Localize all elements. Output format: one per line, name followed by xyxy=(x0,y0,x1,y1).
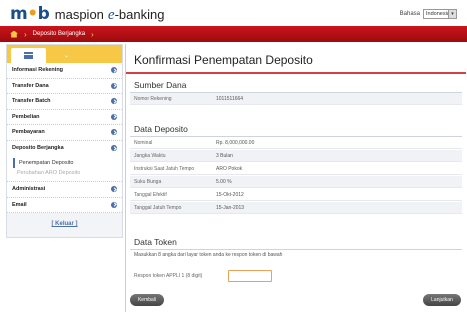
row-nominal: Nominal Rp. 8,000,000.00 xyxy=(130,137,462,149)
chevron-right-icon: › xyxy=(24,29,27,39)
field-value: Rp. 8,000,000.00 xyxy=(216,139,255,146)
sidebar-item-label: Pembelian xyxy=(12,113,40,120)
field-value: 1011511664 xyxy=(216,95,244,102)
row-instruksi-jatuh-tempo: Instruksi Saat Jatuh Tempo ARO Pokok xyxy=(130,163,462,175)
row-tanggal-jatuh-tempo: Tanggal Jatuh Tempo 15-Jan-2013 xyxy=(130,202,462,214)
sidebar-item-pembayaran[interactable]: Pembayaran xyxy=(7,125,122,141)
breadcrumb-bar: › Deposito Berjangka › xyxy=(0,26,467,42)
deposito-submenu: Penempatan Deposito Perubahan ARO Deposi… xyxy=(7,156,122,182)
token-response-row: Respon token APPLI 1 (8 digit) xyxy=(130,268,462,284)
arrow-circle-icon xyxy=(111,113,117,120)
field-value: 15-Okt-2012 xyxy=(216,191,244,198)
arrow-circle-icon xyxy=(111,98,117,105)
sidebar-item-deposito-berjangka[interactable]: Deposito Berjangka xyxy=(7,140,122,156)
breadcrumb-current: Deposito Berjangka xyxy=(32,31,86,37)
chevron-right-icon: › xyxy=(91,29,94,39)
language-selector: Bahasa Indonesia ▾ xyxy=(400,9,457,19)
sidebar-item-informasi-rekening[interactable]: Informasi Rekening xyxy=(7,63,122,79)
arrow-circle-icon xyxy=(111,67,117,74)
logo-banking-text: -banking xyxy=(114,7,165,22)
menu-icon xyxy=(24,52,33,59)
section-title-data-deposito: Data Deposito xyxy=(134,124,188,134)
section-title-sumber-dana: Sumber Dana xyxy=(134,80,187,90)
logo-brand-text: maspion xyxy=(54,7,104,22)
app-header: m • b maspion e -banking Bahasa Indonesi… xyxy=(0,0,467,26)
field-label: Jangka Waktu xyxy=(134,152,166,159)
sidebar-item-administrasi[interactable]: Administrasi xyxy=(7,182,122,198)
sidebar-item-email[interactable]: Email xyxy=(7,197,122,213)
row-nomor-rekening: Nomor Rekening 1011511664 xyxy=(130,93,462,105)
field-label: Nominal xyxy=(134,139,153,146)
field-label: Suku Bunga xyxy=(134,178,162,185)
sidebar-menu: ⌄ Informasi Rekening Transfer Dana Trans… xyxy=(6,44,123,238)
sidebar-item-label: Email xyxy=(12,201,27,208)
sidebar-item-label: Pembayaran xyxy=(12,129,45,136)
language-value: Indonesia xyxy=(426,11,450,17)
sidebar-item-label: Informasi Rekening xyxy=(12,67,64,74)
field-label: Nomor Rekening xyxy=(134,95,172,102)
sidebar-item-pembelian[interactable]: Pembelian xyxy=(7,109,122,125)
sidebar-item-label: Deposito Berjangka xyxy=(12,145,64,152)
logo-e-text: e xyxy=(107,7,115,23)
arrow-circle-icon xyxy=(111,129,117,136)
main-content: Konfirmasi Penempatan Deposito Sumber Da… xyxy=(125,44,466,312)
field-value: ARO Pokok xyxy=(216,165,243,172)
field-value: 3 Bulan xyxy=(216,152,233,159)
tab-menu[interactable] xyxy=(11,48,46,63)
token-response-input[interactable] xyxy=(228,270,272,282)
field-label: Instruksi Saat Jatuh Tempo xyxy=(134,165,195,172)
field-value: 15-Jan-2013 xyxy=(216,204,245,211)
logo-letter-b: b xyxy=(37,4,50,24)
page-title: Konfirmasi Penempatan Deposito xyxy=(134,53,313,67)
chevron-down-icon: ⌄ xyxy=(63,53,70,59)
row-tanggal-efektif: Tanggal Efektif 15-Okt-2012 xyxy=(130,189,462,201)
next-button[interactable]: Lanjutkan xyxy=(423,294,461,306)
section-title-data-token: Data Token xyxy=(134,237,177,247)
logo-letter-m: m xyxy=(10,4,28,24)
submenu-perubahan-aro-deposito[interactable]: Perubahan ARO Deposito xyxy=(13,168,117,178)
row-jangka-waktu: Jangka Waktu 3 Bulan xyxy=(130,150,462,162)
language-label: Bahasa xyxy=(399,11,420,17)
row-suku-bunga: Suku Bunga 5.00 % xyxy=(130,176,462,188)
sidebar-item-transfer-batch[interactable]: Transfer Batch xyxy=(7,94,122,110)
home-icon[interactable] xyxy=(10,30,18,38)
submenu-penempatan-deposito[interactable]: Penempatan Deposito xyxy=(13,158,117,168)
sidebar-item-transfer-dana[interactable]: Transfer Dana xyxy=(7,78,122,94)
arrow-circle-icon xyxy=(111,145,117,152)
sidebar-item-label: Transfer Batch xyxy=(12,98,51,105)
logo-dot-icon: • xyxy=(27,4,38,24)
tab-secondary[interactable]: ⌄ xyxy=(49,48,84,63)
section-divider xyxy=(130,249,462,250)
token-response-label: Respon token APPLI 1 (8 digit) xyxy=(134,273,203,279)
arrow-circle-icon xyxy=(111,201,117,208)
field-label: Tanggal Efektif xyxy=(134,191,167,198)
chevron-down-icon: ▾ xyxy=(448,10,456,18)
arrow-circle-icon xyxy=(111,186,117,193)
field-label: Tanggal Jatuh Tempo xyxy=(134,204,182,211)
sidebar-item-label: Administrasi xyxy=(12,186,46,193)
back-button[interactable]: Kembali xyxy=(130,294,164,306)
title-divider xyxy=(126,72,466,74)
arrow-circle-icon xyxy=(111,82,117,89)
logout-link[interactable]: [ Keluar ] xyxy=(7,221,122,227)
sidebar-tabs: ⌄ xyxy=(7,45,122,63)
sidebar-item-label: Transfer Dana xyxy=(12,82,49,89)
field-value: 5.00 % xyxy=(216,178,232,185)
token-instruction: Masukkan 8 angka dari layar token anda k… xyxy=(134,252,283,258)
language-dropdown[interactable]: Indonesia ▾ xyxy=(423,9,457,19)
maspion-ebanking-logo: m • b maspion e -banking xyxy=(10,4,165,24)
